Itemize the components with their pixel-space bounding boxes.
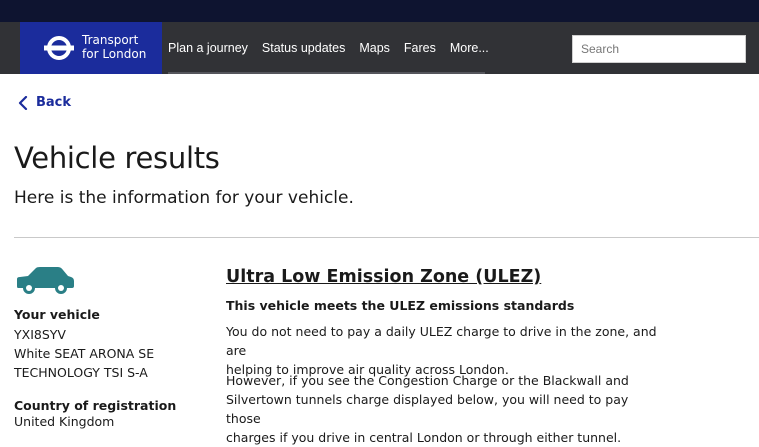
vehicle-description-line-2: TECHNOLOGY TSI S-A: [14, 365, 148, 380]
back-link[interactable]: Back: [18, 95, 71, 110]
nav-underline: [168, 72, 485, 74]
ulez-title-link[interactable]: Ultra Low Emission Zone (ULEZ): [226, 267, 541, 287]
ulez-paragraph-2-line-1: However, if you see the Congestion Charg…: [226, 373, 629, 388]
ulez-paragraph-1-line-1: You do not need to pay a daily ULEZ char…: [226, 324, 657, 358]
page-subtitle: Here is the information for your vehicle…: [14, 188, 354, 208]
ulez-paragraph-2-line-2: Silvertown tunnels charge displayed belo…: [226, 392, 629, 426]
country-value: United Kingdom: [14, 414, 115, 429]
vehicle-description-line-1: White SEAT ARONA SE: [14, 346, 155, 361]
country-label: Country of registration: [14, 398, 177, 413]
nav-fares[interactable]: Fares: [404, 41, 436, 55]
ulez-status: This vehicle meets the ULEZ emissions st…: [226, 298, 575, 313]
nav-maps[interactable]: Maps: [359, 41, 390, 55]
search-input[interactable]: [572, 35, 746, 63]
main-nav: Plan a journey Status updates Maps Fares…: [168, 22, 489, 74]
logo-line-2: for London: [82, 47, 147, 61]
ulez-paragraph-2-line-3: charges if you drive in central London o…: [226, 430, 622, 445]
nav-status-updates[interactable]: Status updates: [262, 41, 345, 55]
ulez-paragraph-2: However, if you see the Congestion Charg…: [226, 371, 666, 447]
vehicle-registration: YXI8SYV: [14, 327, 66, 342]
page-title: Vehicle results: [14, 141, 220, 175]
top-band: [0, 0, 759, 22]
section-divider: [14, 237, 759, 238]
tfl-roundel-icon: [44, 36, 74, 60]
tfl-logo-link[interactable]: Transport for London: [20, 22, 162, 74]
your-vehicle-label: Your vehicle: [14, 307, 100, 322]
car-icon: [17, 267, 74, 294]
back-label: Back: [36, 95, 72, 110]
nav-plan-a-journey[interactable]: Plan a journey: [168, 41, 248, 55]
logo-text: Transport for London: [82, 33, 146, 61]
logo-line-1: Transport: [82, 33, 139, 47]
nav-more[interactable]: More...: [450, 41, 489, 55]
chevron-left-icon: [18, 95, 28, 110]
